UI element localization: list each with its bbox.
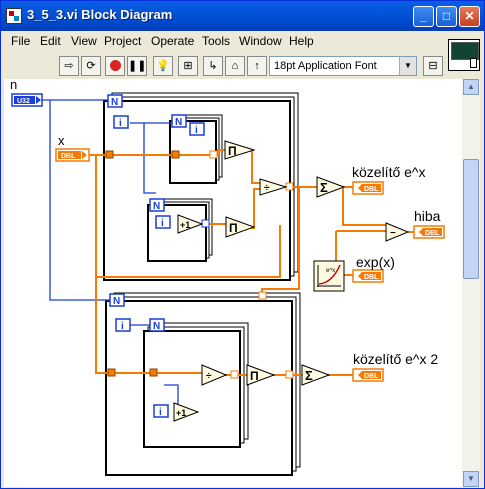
svg-text:N: N (175, 117, 182, 128)
dbl-indicator-kozelito[interactable]: DBL (352, 181, 384, 195)
dbl-indicator-exp[interactable]: DBL (352, 269, 384, 283)
scroll-thumb[interactable] (463, 159, 479, 279)
svg-text:N: N (113, 296, 120, 307)
vi-app-icon (6, 8, 22, 24)
svg-text:N: N (111, 97, 118, 108)
sum-node-1[interactable]: Σ (316, 176, 346, 198)
subtract-node[interactable]: − (385, 222, 410, 242)
maximize-button[interactable]: □ (436, 6, 457, 27)
loop-count-n-inner1[interactable]: N (171, 114, 187, 128)
svg-text:U32: U32 (17, 98, 30, 105)
label-kozelito: közelítő e^x (352, 164, 426, 180)
svg-text:i: i (159, 407, 162, 418)
scroll-up-icon[interactable]: ▲ (463, 79, 479, 95)
menu-window[interactable]: Window (239, 34, 282, 48)
scroll-down-icon[interactable]: ▼ (463, 471, 479, 487)
label-x: x (58, 133, 65, 148)
font-select-value: 18pt Application Font (274, 60, 377, 72)
label-n: n (10, 79, 17, 92)
step-out-icon[interactable]: ↑ (247, 56, 267, 76)
loop-index-i-bottom[interactable]: i (115, 318, 131, 332)
pause-icon[interactable]: ❚❚ (127, 56, 147, 76)
dbl-indicator-hiba[interactable]: DBL (413, 225, 445, 239)
menu-bar: File Edit View Project Operate Tools Win… (1, 31, 441, 51)
label-kozelito2: közelítő e^x 2 (353, 351, 438, 367)
label-hiba: hiba (414, 208, 441, 224)
loop-count-n-inner2[interactable]: N (149, 198, 165, 212)
run-arrow-icon[interactable]: ⇨ (59, 56, 79, 76)
menu-operate[interactable]: Operate (151, 34, 194, 48)
menu-edit[interactable]: Edit (40, 34, 61, 48)
svg-text:÷: ÷ (206, 371, 212, 382)
exp-function-icon[interactable]: e^x (313, 260, 345, 292)
svg-text:+1: +1 (180, 220, 190, 230)
svg-text:Σ: Σ (305, 368, 313, 383)
align-objects-icon[interactable]: ⊟ (423, 56, 443, 76)
menu-file[interactable]: File (11, 34, 30, 48)
svg-text:Π: Π (250, 369, 259, 383)
svg-text:−: − (390, 228, 396, 239)
loop-index-i-inner1[interactable]: i (189, 122, 205, 136)
inner-for-loop-3[interactable] (143, 322, 249, 448)
font-select[interactable]: 18pt Application Font ▼ (269, 56, 417, 76)
menu-help[interactable]: Help (289, 34, 314, 48)
svg-text:DBL: DBL (364, 274, 379, 281)
step-into-icon[interactable]: ↳ (203, 56, 223, 76)
block-diagram-canvas[interactable]: U32 DBL DBL DBL DBL DBL N i N i N i N i … (4, 79, 462, 487)
svg-text:N: N (153, 201, 160, 212)
loop-index-i-inner3[interactable]: i (153, 404, 169, 418)
loop-count-n-bottom[interactable]: N (109, 293, 125, 307)
sum-node-2[interactable]: Σ (301, 364, 331, 386)
svg-text:DBL: DBL (61, 153, 76, 160)
svg-text:DBL: DBL (364, 186, 379, 193)
svg-text:Π: Π (229, 221, 238, 235)
loop-index-i-top[interactable]: i (113, 115, 129, 129)
labview-window: 3_5_3.vi Block Diagram _ □ ✕ File Edit V… (0, 0, 485, 489)
svg-text:N: N (153, 321, 160, 332)
vi-connector-icon[interactable] (448, 39, 480, 71)
svg-text:i: i (121, 321, 124, 332)
svg-text:DBL: DBL (425, 230, 440, 237)
loop-index-i-inner2[interactable]: i (155, 215, 171, 229)
svg-text:e^x: e^x (326, 268, 335, 274)
close-button[interactable]: ✕ (459, 6, 480, 27)
svg-text:DBL: DBL (364, 373, 379, 380)
minimize-button[interactable]: _ (413, 6, 434, 27)
toolbar: ⇨ ⟳ ❚❚ 💡 ⊞ ↳ ⌂ ↑ 18pt Application Font ▼… (1, 51, 443, 79)
retain-wire-icon[interactable]: ⊞ (178, 56, 198, 76)
title-bar[interactable]: 3_5_3.vi Block Diagram _ □ ✕ (1, 1, 484, 31)
svg-text:i: i (195, 125, 198, 136)
menu-view[interactable]: View (71, 34, 97, 48)
run-continuous-icon[interactable]: ⟳ (81, 56, 101, 76)
svg-text:+1: +1 (176, 408, 186, 418)
svg-text:i: i (119, 118, 122, 129)
block-diagram-svg: U32 DBL DBL DBL DBL DBL N i N i N i N i … (10, 79, 445, 476)
u32-terminal-n[interactable]: U32 (11, 93, 43, 107)
menu-tools[interactable]: Tools (202, 34, 230, 48)
loop-count-n-top[interactable]: N (107, 94, 123, 108)
svg-text:i: i (161, 218, 164, 229)
svg-text:Π: Π (228, 144, 237, 158)
window-title: 3_5_3.vi Block Diagram (27, 7, 173, 22)
dbl-indicator-kozelito2[interactable]: DBL (352, 368, 384, 382)
loop-count-n-inner3[interactable]: N (149, 318, 165, 332)
svg-text:Σ: Σ (320, 180, 328, 195)
label-exp: exp(x) (356, 254, 395, 270)
step-over-icon[interactable]: ⌂ (225, 56, 245, 76)
abort-icon[interactable] (105, 56, 125, 76)
chevron-down-icon[interactable]: ▼ (399, 57, 416, 75)
highlight-icon[interactable]: 💡 (153, 56, 173, 76)
vertical-scrollbar[interactable]: ▲ ▼ (462, 79, 480, 487)
dbl-terminal-x[interactable]: DBL (55, 148, 90, 162)
svg-text:÷: ÷ (264, 183, 270, 194)
menu-project[interactable]: Project (104, 34, 141, 48)
